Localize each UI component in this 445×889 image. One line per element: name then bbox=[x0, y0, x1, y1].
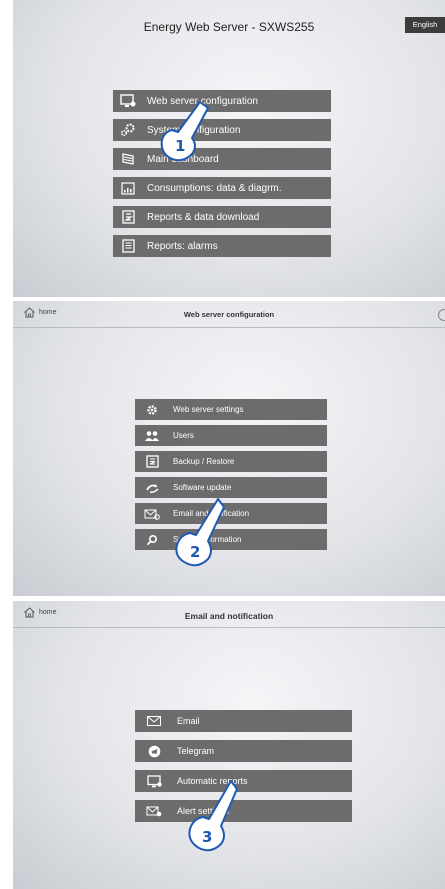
menu-item-label: Backup / Restore bbox=[173, 457, 235, 466]
report-download-icon bbox=[119, 208, 137, 226]
users-icon bbox=[143, 427, 161, 445]
pointing-hand-2: 2 bbox=[175, 498, 225, 567]
header-bar: home Email and notification bbox=[13, 601, 445, 628]
menu-item-reports-alarms[interactable]: Reports: alarms bbox=[113, 235, 331, 257]
chart-icon bbox=[119, 179, 137, 197]
main-menu: Web server configuration System configur… bbox=[113, 90, 331, 264]
backup-icon bbox=[143, 453, 161, 471]
page-title: Web server configuration bbox=[183, 310, 275, 319]
telegram-icon bbox=[145, 742, 163, 760]
menu-item-web-server-settings[interactable]: Web server settings bbox=[135, 399, 327, 420]
menu-item-backup-restore[interactable]: Backup / Restore bbox=[135, 451, 327, 472]
menu-item-main-dashboard[interactable]: Main dashboard bbox=[113, 148, 331, 170]
menu-item-label: Reports: alarms bbox=[147, 240, 218, 252]
menu-item-web-server-configuration[interactable]: Web server configuration bbox=[113, 90, 331, 112]
power-icon[interactable] bbox=[438, 309, 445, 321]
menu-item-system-configuration[interactable]: System configuration bbox=[113, 119, 331, 141]
gear-icon bbox=[143, 401, 161, 419]
web-server-configuration-screen: home Web server configuration Web server… bbox=[13, 301, 445, 596]
step-number-1: 1 bbox=[175, 137, 185, 155]
menu-item-email[interactable]: Email bbox=[135, 710, 352, 732]
menu-item-reports-data-download[interactable]: Reports & data download bbox=[113, 206, 331, 228]
header-bar: home Web server configuration bbox=[13, 301, 445, 328]
menu-item-label: Email bbox=[177, 716, 200, 726]
page-title: Email and notification bbox=[184, 611, 274, 621]
menu-item-label: Software update bbox=[173, 483, 232, 492]
menu-item-telegram[interactable]: Telegram bbox=[135, 740, 352, 762]
pointing-hand-3: 3 bbox=[188, 780, 238, 852]
monitor-gear-icon bbox=[119, 92, 137, 110]
menu-item-automatic-reports[interactable]: Automatic reports bbox=[135, 770, 352, 792]
email-alert-icon bbox=[145, 802, 163, 820]
menu-item-alert-settings[interactable]: Alert settings bbox=[135, 800, 352, 822]
main-menu-screen: Energy Web Server - SXWS255 English Web … bbox=[13, 0, 445, 297]
update-icon bbox=[143, 479, 161, 497]
search-icon bbox=[143, 531, 161, 549]
step-number-2: 2 bbox=[190, 543, 200, 561]
menu-item-label: Users bbox=[173, 431, 194, 440]
report-alarm-icon bbox=[119, 237, 137, 255]
step-number-3: 3 bbox=[202, 828, 212, 846]
language-button[interactable]: English bbox=[405, 17, 445, 33]
email-notification-icon bbox=[143, 505, 161, 523]
menu-item-label: Web server settings bbox=[173, 405, 244, 414]
monitor-report-icon bbox=[145, 772, 163, 790]
email-notification-menu: Email Telegram Automatic reports Alert s… bbox=[135, 710, 352, 830]
dashboard-icon bbox=[119, 150, 137, 168]
app-title: Energy Web Server - SXWS255 bbox=[143, 20, 315, 34]
menu-item-label: Consumptions: data & diagrm. bbox=[147, 182, 282, 194]
pointing-hand-1: 1 bbox=[160, 101, 209, 162]
gears-icon bbox=[119, 121, 137, 139]
menu-item-consumptions[interactable]: Consumptions: data & diagrm. bbox=[113, 177, 331, 199]
email-icon bbox=[145, 712, 163, 730]
menu-item-label: Telegram bbox=[177, 746, 215, 756]
menu-item-users[interactable]: Users bbox=[135, 425, 327, 446]
menu-item-label: Reports & data download bbox=[147, 211, 260, 223]
